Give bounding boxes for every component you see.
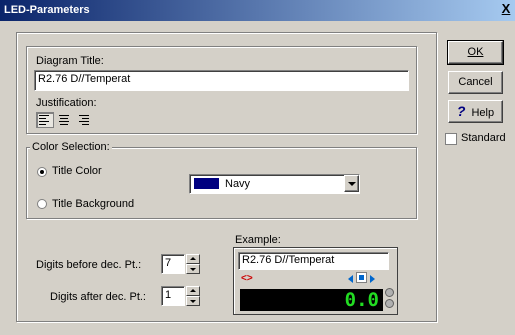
example-stop-icon	[356, 272, 367, 283]
window-title: LED-Parameters	[4, 4, 90, 16]
color-select[interactable]: Navy	[189, 174, 360, 194]
digits-after-label: Digits after dec. Pt.:	[50, 291, 146, 303]
justify-right-icon[interactable]	[76, 112, 92, 126]
digits-after-stepper[interactable]	[186, 286, 200, 306]
diagram-title-label: Diagram Title:	[36, 55, 104, 67]
title-bar: LED-Parameters X	[0, 0, 515, 21]
led-display: 0.0	[240, 289, 383, 311]
chevron-down-icon[interactable]	[344, 175, 359, 192]
standard-checkbox[interactable]	[445, 133, 457, 145]
color-selection-label: Color Selection:	[30, 141, 112, 153]
led-value: 0.0	[344, 289, 379, 311]
standard-label[interactable]: Standard	[461, 132, 506, 144]
example-label: Example:	[235, 234, 281, 246]
justify-left-icon[interactable]	[36, 112, 54, 128]
justification-label: Justification:	[36, 97, 97, 109]
ok-button[interactable]: OK	[447, 40, 504, 65]
title-background-label[interactable]: Title Background	[52, 198, 134, 210]
led-indicator-bottom-icon	[385, 299, 394, 308]
example-marker: <>	[241, 273, 253, 284]
cancel-button[interactable]: Cancel	[448, 71, 503, 94]
color-select-value: Navy	[225, 178, 251, 190]
help-button[interactable]: ? Help	[448, 100, 503, 123]
color-swatch	[194, 178, 219, 189]
led-indicator-top-icon	[385, 288, 394, 297]
digits-before-stepper[interactable]	[186, 254, 200, 274]
title-color-radio[interactable]	[37, 167, 47, 177]
help-button-label: Help	[471, 107, 495, 119]
digits-after-input[interactable]: 1	[161, 286, 185, 306]
justify-center-icon[interactable]	[56, 112, 72, 126]
title-color-label[interactable]: Title Color	[52, 165, 102, 177]
example-preview: R2.76 D//Temperat <> 0.0	[233, 247, 398, 315]
diagram-title-input[interactable]: R2.76 D//Temperat	[34, 70, 409, 91]
cancel-button-label: Cancel	[458, 76, 493, 88]
close-icon[interactable]: X	[499, 2, 513, 17]
example-arrow-right-icon	[370, 275, 375, 283]
ok-button-label: OK	[467, 46, 484, 58]
help-icon: ?	[456, 103, 466, 119]
example-title: R2.76 D//Temperat	[238, 252, 389, 270]
title-background-radio[interactable]	[37, 199, 47, 209]
digits-before-label: Digits before dec. Pt.:	[36, 259, 142, 271]
digits-before-input[interactable]: 7	[161, 254, 185, 274]
example-arrow-left-icon	[348, 275, 353, 283]
